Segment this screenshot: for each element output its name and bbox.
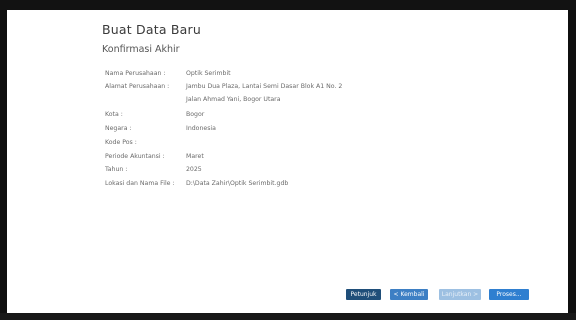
year-label: Tahun : — [105, 166, 128, 173]
city-label: Kota : — [105, 111, 123, 118]
company-name-label: Nama Perusahaan : — [105, 70, 166, 77]
dialog-title: Buat Data Baru — [102, 22, 201, 37]
window-top-bar — [0, 0, 576, 10]
city-value: Bogor — [186, 111, 205, 118]
file-location-value: D:\Data Zahir\Optik Serimbit.gdb — [186, 180, 289, 187]
help-button[interactable]: Petunjuk — [346, 289, 381, 300]
company-address-label: Alamat Perusahaan : — [105, 83, 170, 90]
country-value: Indonesia — [186, 125, 216, 132]
wizard-dialog — [7, 10, 568, 313]
process-button[interactable]: Proses... — [489, 289, 529, 300]
postal-code-label: Kode Pos : — [105, 139, 137, 146]
back-button[interactable]: < Kembali — [390, 289, 428, 300]
section-subtitle: Konfirmasi Akhir — [102, 44, 180, 55]
accounting-period-value: Maret — [186, 153, 204, 160]
taskbar-strip — [0, 313, 576, 320]
company-address-line1: Jambu Dua Plaza, Lantai Semi Dasar Blok … — [186, 83, 343, 90]
next-button[interactable]: Lanjutkan > — [439, 289, 481, 300]
company-address-line2: Jalan Ahmad Yani, Bogor Utara — [186, 96, 281, 103]
company-name-value: Optik Serimbit — [186, 70, 231, 77]
year-value: 2025 — [186, 166, 202, 173]
file-location-label: Lokasi dan Nama File : — [105, 180, 175, 187]
accounting-period-label: Periode Akuntansi : — [105, 153, 165, 160]
country-label: Negara : — [105, 125, 132, 132]
